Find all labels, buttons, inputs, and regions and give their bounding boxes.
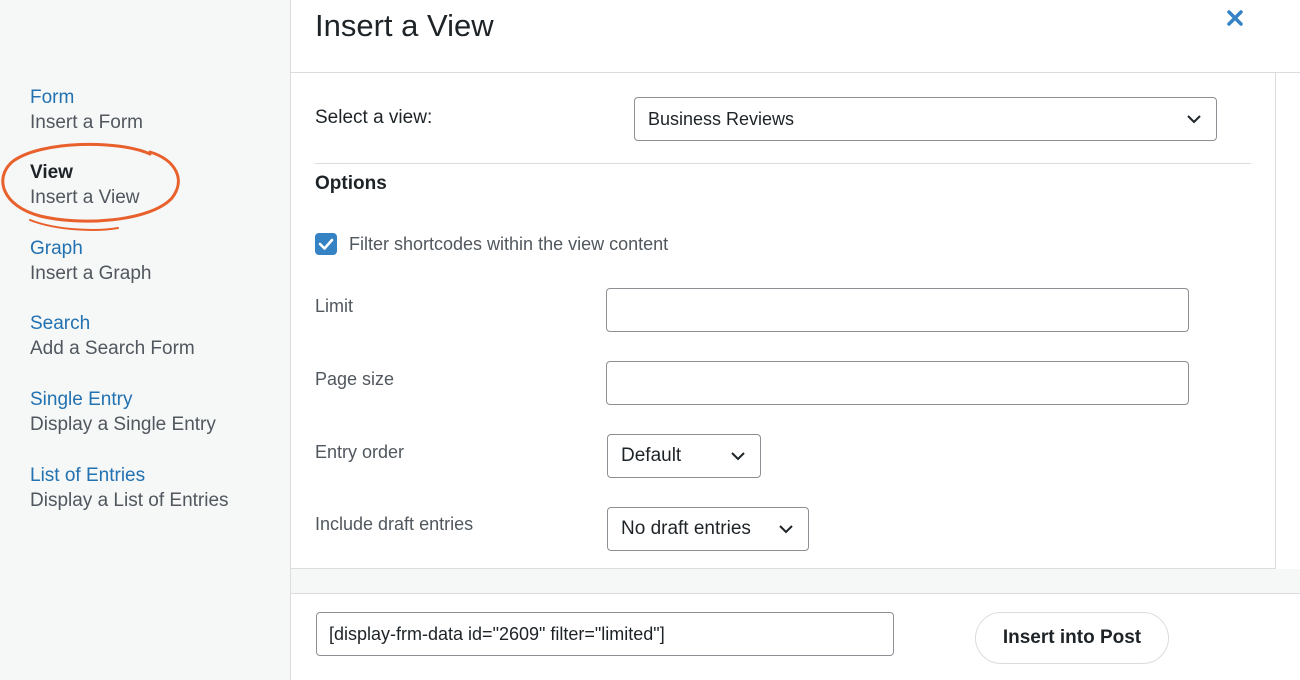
include-draft-value: No draft entries — [621, 518, 751, 539]
select-view-value: Business Reviews — [648, 108, 795, 129]
sidebar: Form Insert a Form View Insert a View Gr… — [0, 0, 291, 680]
include-draft-dropdown[interactable]: No draft entries — [607, 507, 809, 551]
entry-order-dropdown[interactable]: Default — [607, 434, 761, 478]
filter-shortcodes-label[interactable]: Filter shortcodes within the view conten… — [349, 233, 668, 255]
filter-shortcodes-checkbox[interactable] — [315, 233, 337, 255]
sidebar-item-subtitle: Insert a View — [30, 187, 140, 208]
close-icon[interactable] — [1223, 6, 1249, 32]
sidebar-item-view[interactable]: View Insert a View — [30, 161, 139, 211]
sidebar-item-title[interactable]: Graph — [30, 237, 151, 261]
include-draft-label: Include draft entries — [315, 514, 474, 534]
sidebar-item-graph[interactable]: Graph Insert a Graph — [30, 237, 151, 287]
close-button[interactable] — [1223, 6, 1249, 32]
modal-header: Insert a View — [291, 0, 1300, 73]
limit-label: Limit — [315, 296, 354, 316]
divider — [315, 163, 1251, 164]
select-view-dropdown[interactable]: Business Reviews — [634, 97, 1217, 141]
entry-order-label: Entry order — [315, 442, 405, 462]
page-size-input[interactable] — [606, 361, 1189, 405]
sidebar-item-title[interactable]: List of Entries — [30, 464, 229, 488]
sidebar-item-search[interactable]: Search Add a Search Form — [30, 312, 195, 362]
options-heading: Options — [315, 173, 387, 194]
insert-into-post-button[interactable]: Insert into Post — [975, 612, 1169, 664]
select-view-label: Select a view: — [315, 107, 433, 128]
sidebar-item-single-entry[interactable]: Single Entry Display a Single Entry — [30, 388, 216, 438]
sidebar-item-subtitle: Display a Single Entry — [30, 414, 216, 435]
entry-order-value: Default — [621, 445, 682, 466]
limit-input[interactable] — [606, 288, 1189, 332]
sidebar-item-title[interactable]: Form — [30, 86, 143, 110]
sidebar-item-subtitle: Insert a Graph — [30, 263, 152, 284]
sidebar-item-title[interactable]: Single Entry — [30, 388, 216, 412]
sidebar-item-list-of-entries[interactable]: List of Entries Display a List of Entrie… — [30, 464, 229, 514]
sidebar-item-title[interactable]: View — [30, 161, 139, 185]
footer-separator — [291, 569, 1300, 594]
chevron-down-icon — [779, 525, 793, 534]
sidebar-item-subtitle: Insert a Form — [30, 112, 143, 133]
page-size-label: Page size — [315, 369, 395, 389]
sidebar-item-subtitle: Add a Search Form — [30, 338, 195, 359]
sidebar-item-form[interactable]: Form Insert a Form — [30, 86, 143, 136]
checkmark-icon — [318, 238, 334, 250]
sidebar-item-subtitle: Display a List of Entries — [30, 490, 229, 511]
sidebar-item-title[interactable]: Search — [30, 312, 195, 336]
modal-title: Insert a View — [315, 8, 494, 43]
chevron-down-icon — [1187, 115, 1201, 124]
chevron-down-icon — [731, 452, 745, 461]
shortcode-field[interactable]: [display-frm-data id="2609" filter="limi… — [316, 612, 894, 656]
modal-content: Select a view: Business Reviews Options … — [291, 73, 1276, 569]
